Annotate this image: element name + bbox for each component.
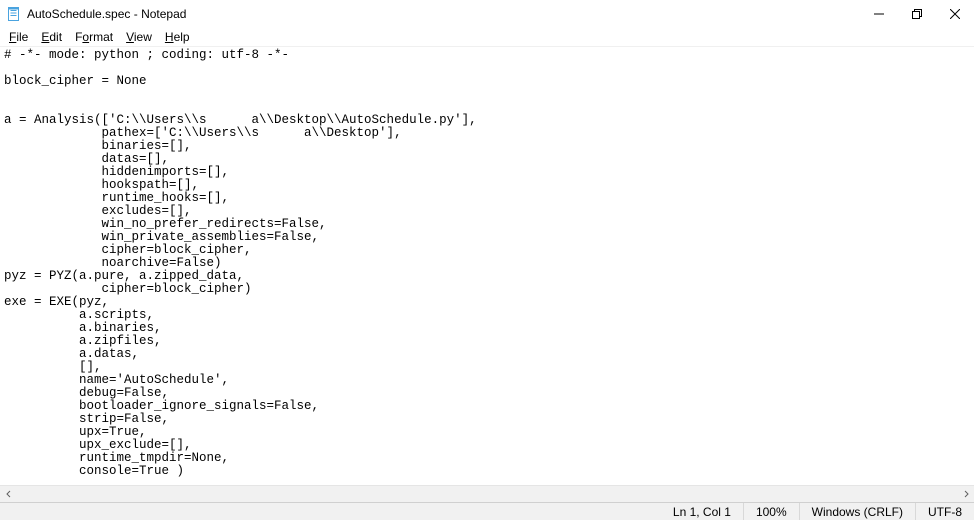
minimize-button[interactable]: [860, 0, 898, 28]
menu-bar: File Edit Format View Help: [0, 28, 974, 47]
window-title: AutoSchedule.spec - Notepad: [27, 7, 186, 21]
status-position: Ln 1, Col 1: [661, 503, 743, 520]
title-bar-left: AutoSchedule.spec - Notepad: [6, 6, 186, 22]
menu-view-rest: iew: [134, 30, 152, 44]
menu-help[interactable]: Help: [160, 29, 195, 45]
maximize-button[interactable]: [898, 0, 936, 28]
menu-file-rest: ile: [16, 30, 28, 44]
title-bar: AutoSchedule.spec - Notepad: [0, 0, 974, 28]
menu-format[interactable]: Format: [70, 29, 118, 45]
horizontal-scrollbar[interactable]: [0, 485, 974, 502]
menu-format-rest: rmat: [89, 30, 113, 44]
scroll-left-icon[interactable]: [0, 486, 17, 503]
editor-area: # -*- mode: python ; coding: utf-8 -*- b…: [0, 47, 974, 502]
status-line-ending: Windows (CRLF): [799, 503, 915, 520]
menu-file[interactable]: File: [4, 29, 33, 45]
menu-edit-rest: dit: [49, 30, 62, 44]
text-editor[interactable]: # -*- mode: python ; coding: utf-8 -*- b…: [0, 47, 974, 502]
status-bar: Ln 1, Col 1 100% Windows (CRLF) UTF-8: [0, 502, 974, 520]
window-controls: [860, 0, 974, 28]
close-button[interactable]: [936, 0, 974, 28]
status-encoding: UTF-8: [915, 503, 974, 520]
scroll-right-icon[interactable]: [957, 486, 974, 503]
status-zoom: 100%: [743, 503, 799, 520]
menu-view[interactable]: View: [121, 29, 157, 45]
menu-help-rest: elp: [174, 30, 190, 44]
menu-edit[interactable]: Edit: [36, 29, 67, 45]
notepad-icon: [6, 6, 22, 22]
